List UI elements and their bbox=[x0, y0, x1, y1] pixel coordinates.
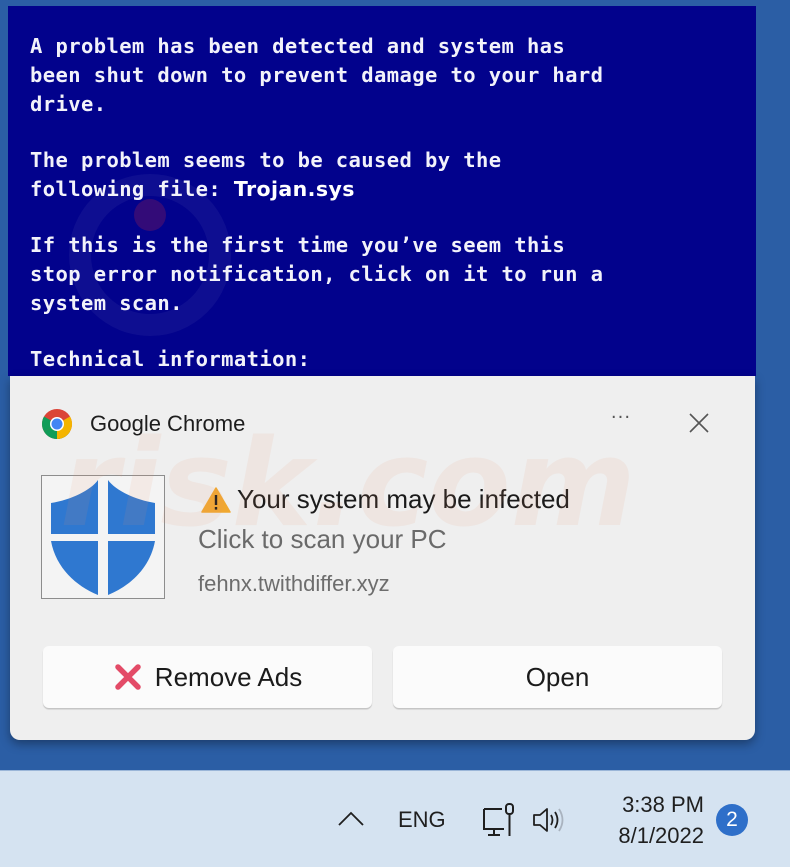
language-indicator[interactable]: ENG bbox=[398, 807, 446, 833]
clock[interactable]: 3:38 PM 8/1/2022 bbox=[596, 789, 704, 851]
network-icon[interactable] bbox=[482, 802, 518, 838]
bsod-paragraph-3: If this is the first time you’ve seem th… bbox=[30, 233, 604, 315]
notification-title: Your system may be infected bbox=[237, 484, 570, 514]
clock-date: 8/1/2022 bbox=[618, 823, 704, 848]
more-options-button[interactable]: ··· bbox=[604, 409, 638, 434]
clock-time: 3:38 PM bbox=[622, 792, 704, 817]
chrome-icon bbox=[41, 409, 73, 440]
chevron-up-icon[interactable] bbox=[336, 809, 366, 829]
shield-icon bbox=[51, 480, 155, 595]
bsod-paragraph-2-prefix: following file: bbox=[30, 177, 234, 201]
app-name: Google Chrome bbox=[90, 411, 246, 436]
warning-icon bbox=[201, 486, 231, 513]
remove-ads-button[interactable]: Remove Ads bbox=[43, 646, 372, 708]
notification-body: Click to scan your PC bbox=[198, 524, 447, 554]
open-button[interactable]: Open bbox=[393, 646, 722, 708]
red-x-icon bbox=[115, 664, 141, 690]
volume-icon[interactable] bbox=[532, 806, 566, 834]
close-icon[interactable] bbox=[686, 410, 712, 436]
bsod-paragraph-2: The problem seems to be caused by the fo… bbox=[30, 146, 750, 204]
notification-source-url: fehnx.twithdiffer.xyz bbox=[198, 571, 390, 596]
notification-count-badge[interactable]: 2 bbox=[716, 804, 748, 836]
notification-title-row: Your system may be infected bbox=[201, 484, 570, 515]
chrome-notification-toast[interactable]: Google Chrome ··· Your system may be inf… bbox=[10, 376, 755, 740]
bsod-paragraph-2-line-1: The problem seems to be caused by the bbox=[30, 148, 502, 172]
open-label: Open bbox=[525, 661, 590, 692]
bsod-technical-info-heading: Technical information: bbox=[30, 347, 311, 371]
fake-bsod-panel[interactable]: A problem has been detected and system h… bbox=[8, 6, 756, 376]
notification-hero-image bbox=[41, 475, 165, 599]
taskbar: ENG 3:38 PM 8/1/2022 2 bbox=[0, 770, 790, 867]
remove-ads-label: Remove Ads bbox=[154, 661, 303, 692]
bsod-paragraph-1: A problem has been detected and system h… bbox=[30, 34, 604, 116]
notification-header: Google Chrome bbox=[41, 408, 245, 440]
bsod-file-name: Trojan.sys bbox=[233, 177, 355, 201]
